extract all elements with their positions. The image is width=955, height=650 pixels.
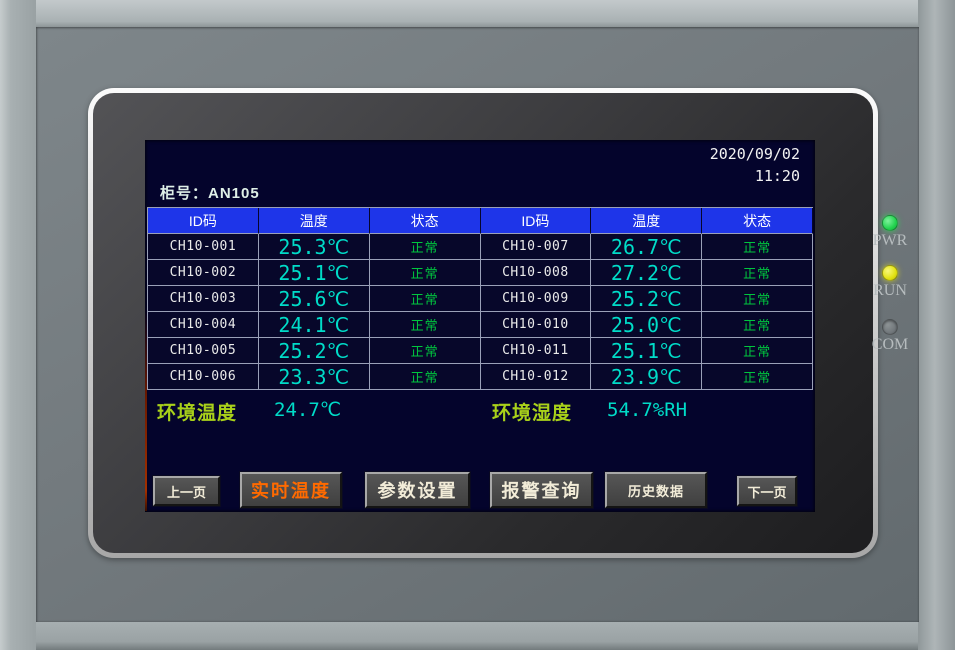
column-header: 温度 [259, 208, 370, 234]
run-led [882, 265, 898, 281]
temperature-cell: 25.0℃ [591, 312, 702, 338]
temperature-cell: 24.1℃ [259, 312, 370, 338]
column-header: 温度 [591, 208, 702, 234]
datetime-block: 2020/09/02 11:20 [710, 143, 800, 187]
temperature-cell: 23.3℃ [259, 364, 370, 390]
status-cell: 正常 [702, 260, 813, 286]
power-led-label: PWR [862, 232, 918, 250]
channel-id-cell: CH10-007 [481, 234, 592, 260]
column-header: 状态 [370, 208, 481, 234]
com-led-label: COM [862, 336, 918, 354]
next-page-button[interactable]: 下一页 [737, 476, 797, 506]
hmi-device: 2020/09/02 11:20 柜号：AN105 ID码温度状态ID码温度状态… [0, 0, 955, 650]
bezel-edge-top [0, 0, 955, 27]
status-cell: 正常 [370, 286, 481, 312]
ambient-humidity-label: 环境湿度 [492, 398, 572, 425]
status-cell: 正常 [702, 234, 813, 260]
ambient-temp-label: 环境温度 [157, 398, 237, 425]
history-data-button[interactable]: 历史数据 [605, 472, 707, 508]
com-led [882, 319, 898, 335]
touchscreen-display[interactable]: 2020/09/02 11:20 柜号：AN105 ID码温度状态ID码温度状态… [145, 140, 815, 512]
channel-id-cell: CH10-002 [148, 260, 259, 286]
temperature-cell: 25.3℃ [259, 234, 370, 260]
channel-id-cell: CH10-004 [148, 312, 259, 338]
realtime-temp-button[interactable]: 实时温度 [240, 472, 342, 508]
column-header: 状态 [702, 208, 813, 234]
date-text: 2020/09/02 [710, 143, 800, 165]
ambient-temp-value: 24.7℃ [274, 399, 341, 421]
status-cell: 正常 [370, 234, 481, 260]
channel-id-cell: CH10-005 [148, 338, 259, 364]
ambient-humidity-value: 54.7%RH [607, 399, 687, 421]
temperature-cell: 26.7℃ [591, 234, 702, 260]
status-cell: 正常 [702, 364, 813, 390]
prev-page-button[interactable]: 上一页 [153, 476, 220, 506]
channel-id-cell: CH10-011 [481, 338, 592, 364]
channel-id-cell: CH10-008 [481, 260, 592, 286]
alarm-query-button[interactable]: 报警查询 [490, 472, 593, 508]
bezel-edge-right [918, 0, 955, 650]
status-cell: 正常 [702, 312, 813, 338]
led-panel: PWR RUN COM [862, 205, 918, 365]
environment-row: 环境温度 24.7℃ 环境湿度 54.7%RH [145, 398, 815, 424]
temperature-cell: 27.2℃ [591, 260, 702, 286]
channel-id-cell: CH10-003 [148, 286, 259, 312]
status-cell: 正常 [702, 286, 813, 312]
channel-id-cell: CH10-001 [148, 234, 259, 260]
temperature-cell: 25.1℃ [259, 260, 370, 286]
channel-id-cell: CH10-010 [481, 312, 592, 338]
bezel-edge-bottom [0, 622, 955, 650]
status-cell: 正常 [370, 260, 481, 286]
column-header: ID码 [481, 208, 592, 234]
cabinet-label: 柜号：AN105 [160, 182, 260, 203]
parameter-settings-button[interactable]: 参数设置 [365, 472, 470, 508]
status-cell: 正常 [370, 364, 481, 390]
status-cell: 正常 [370, 338, 481, 364]
temperature-cell: 25.2℃ [591, 286, 702, 312]
channel-id-cell: CH10-012 [481, 364, 592, 390]
column-header: ID码 [148, 208, 259, 234]
channel-id-cell: CH10-006 [148, 364, 259, 390]
channel-id-cell: CH10-009 [481, 286, 592, 312]
temperature-cell: 23.9℃ [591, 364, 702, 390]
status-cell: 正常 [370, 312, 481, 338]
channel-table: ID码温度状态ID码温度状态CH10-00125.3℃正常CH10-00726.… [147, 207, 813, 390]
power-led [882, 215, 898, 231]
run-led-label: RUN [862, 282, 918, 300]
temperature-cell: 25.6℃ [259, 286, 370, 312]
status-cell: 正常 [702, 338, 813, 364]
temperature-cell: 25.1℃ [591, 338, 702, 364]
temperature-cell: 25.2℃ [259, 338, 370, 364]
time-text: 11:20 [710, 165, 800, 187]
bezel-edge-left [0, 0, 36, 650]
